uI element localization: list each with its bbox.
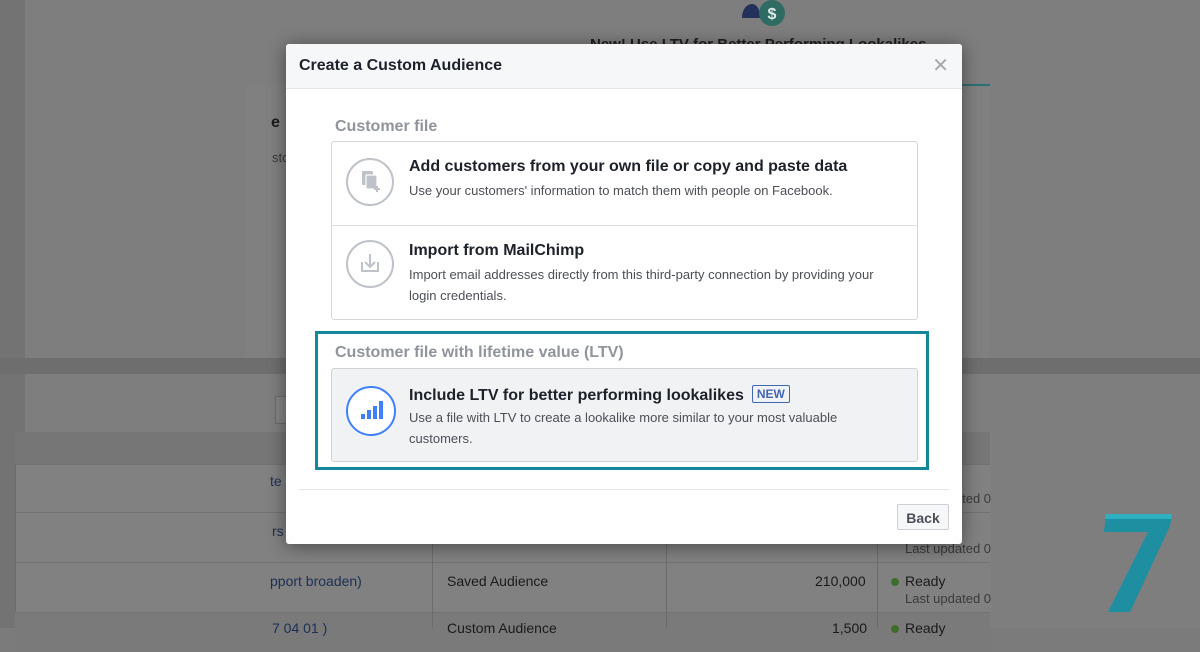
option-title: Add customers from your own file or copy…	[409, 158, 848, 175]
option-description: Import email addresses directly from thi…	[409, 267, 874, 303]
dialog-title: Create a Custom Audience	[299, 57, 503, 74]
option-import-mailchimp[interactable]: Import from MailChimp Import email addre…	[332, 226, 917, 319]
add-file-icon	[346, 158, 394, 206]
option-title: Import from MailChimp	[409, 242, 585, 259]
table-row-status: Ready	[891, 620, 945, 636]
option-title-text: Include LTV for better performing lookal…	[409, 387, 744, 404]
svg-text:$: $	[768, 6, 777, 23]
new-badge: NEW	[751, 385, 790, 403]
status-dot	[891, 625, 899, 634]
tab-underline	[962, 84, 990, 86]
status-text: Ready	[905, 573, 946, 589]
footer-divider	[299, 489, 949, 490]
table-row-name[interactable]: 7 04 01 )	[272, 620, 327, 636]
table-row-name[interactable]: pport broaden)	[270, 573, 362, 589]
table-row-name[interactable]: te	[270, 473, 282, 489]
section-label-customer-file: Customer file	[335, 118, 438, 135]
customer-file-options: Add customers from your own file or copy…	[331, 141, 918, 320]
dollar-icon: $	[740, 0, 788, 35]
option-add-customers[interactable]: Add customers from your own file or copy…	[332, 142, 917, 226]
status-dot	[891, 578, 899, 587]
close-icon[interactable]: ✕	[932, 56, 949, 76]
table-row-name[interactable]: rs	[272, 523, 284, 539]
option-include-ltv[interactable]: Include LTV for better performing lookal…	[331, 368, 918, 462]
row-divider	[15, 612, 990, 613]
number-seven-graphic: 7	[1100, 510, 1176, 619]
row-divider	[15, 562, 990, 563]
table-row-type: Custom Audience	[447, 620, 557, 636]
section-label-ltv: Customer file with lifetime value (LTV)	[335, 344, 624, 361]
option-description: Use a file with LTV to create a lookalik…	[409, 410, 838, 446]
create-custom-audience-dialog: Create a Custom Audience ✕ Customer file…	[286, 44, 962, 544]
table-row-status: Ready	[891, 573, 945, 589]
bar-chart-icon	[346, 386, 396, 436]
status-text: Ready	[905, 620, 946, 636]
option-title: Include LTV for better performing lookal…	[409, 385, 790, 405]
option-description: Use your customers' information to match…	[409, 183, 833, 198]
table-row-size: 1,500	[832, 620, 868, 636]
dialog-header: Create a Custom Audience ✕	[286, 44, 962, 89]
background-heading: e	[271, 114, 280, 131]
import-icon	[346, 240, 394, 288]
table-row-updated: Last updated 0	[905, 591, 992, 606]
back-button[interactable]: Back	[897, 504, 949, 530]
table-row-size: 210,000	[815, 573, 866, 589]
table-row-type: Saved Audience	[447, 573, 549, 589]
